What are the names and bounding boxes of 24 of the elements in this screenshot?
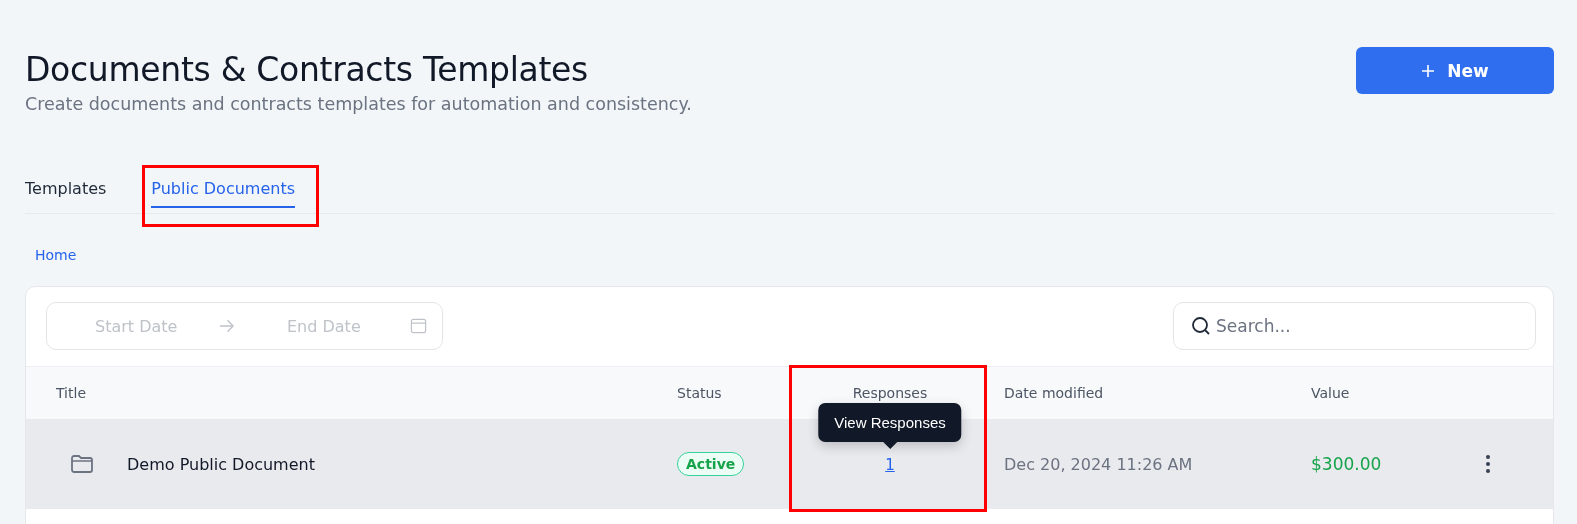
responses-link[interactable]: 1	[885, 455, 895, 474]
column-header: Title	[56, 385, 86, 401]
search-icon	[1191, 316, 1211, 336]
folder-icon	[70, 454, 94, 474]
arrow-icon	[217, 317, 235, 335]
column-header: Date modified	[1004, 385, 1104, 401]
date-text: Dec 20, 2024 11:26 AM	[1003, 454, 1194, 474]
plus-icon	[1421, 63, 1436, 78]
tooltip: View Responses	[818, 402, 962, 442]
page-subtitle: Create documents and contracts templates for automation and consistency.	[25, 94, 692, 114]
tab[interactable]: Public Documents	[151, 166, 295, 208]
status-badge: Active	[677, 452, 745, 476]
value-text: $300.00	[1310, 454, 1383, 474]
new-button[interactable]: New	[1356, 47, 1554, 94]
column-header: Responses	[852, 385, 928, 401]
column-header: Status	[677, 385, 722, 401]
calendar-icon	[409, 317, 427, 335]
document-title: Demo Public Document	[127, 454, 315, 474]
tab[interactable]: Templates	[25, 166, 107, 208]
page-title: Documents & Contracts Templates	[25, 49, 589, 91]
tooltip-pointer-icon	[883, 441, 897, 449]
search-field[interactable]: Search...	[1173, 302, 1536, 350]
column-header: Value	[1311, 385, 1350, 401]
breadcrumb-link[interactable]: Home	[35, 247, 77, 263]
